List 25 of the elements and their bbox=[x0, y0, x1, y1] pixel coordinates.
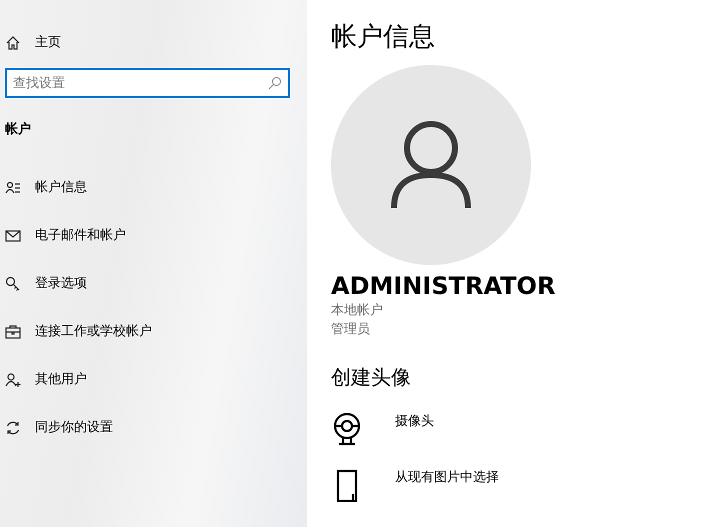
home-link[interactable]: 主页 bbox=[0, 30, 66, 56]
nav-item[interactable]: 登录选项 bbox=[0, 270, 307, 296]
nav-item[interactable]: 电子邮件和帐户 bbox=[0, 222, 307, 248]
page-title: 帐户信息 bbox=[331, 22, 435, 54]
user-name: ADMINISTRATOR bbox=[331, 273, 556, 300]
section-heading: 创建头像 bbox=[331, 364, 411, 391]
account-detail: 本地帐户 bbox=[331, 302, 383, 318]
avatar-option[interactable]: 从现有图片中选择 bbox=[331, 468, 556, 502]
section-heading: 帐户 bbox=[5, 120, 31, 139]
avatar-option[interactable]: 摄像头 bbox=[331, 412, 556, 446]
search-field[interactable]: 查找设置 bbox=[5, 68, 290, 98]
nav-item[interactable]: 同步你的设置 bbox=[0, 414, 307, 440]
search-icon[interactable] bbox=[268, 76, 282, 90]
mail-icon bbox=[5, 228, 21, 244]
sync-icon bbox=[5, 420, 21, 436]
nav-item[interactable]: 其他用户 bbox=[0, 366, 307, 392]
nav-item[interactable]: 帐户信息 bbox=[0, 174, 307, 200]
key-icon bbox=[5, 276, 21, 292]
briefcase-icon bbox=[5, 324, 21, 340]
person-add-icon bbox=[5, 372, 21, 388]
person-list-icon bbox=[5, 180, 21, 196]
nav-item[interactable]: 连接工作或学校帐户 bbox=[0, 318, 307, 344]
home-icon bbox=[5, 35, 21, 51]
account-detail: 管理员 bbox=[331, 322, 370, 338]
camera-icon bbox=[331, 412, 363, 446]
